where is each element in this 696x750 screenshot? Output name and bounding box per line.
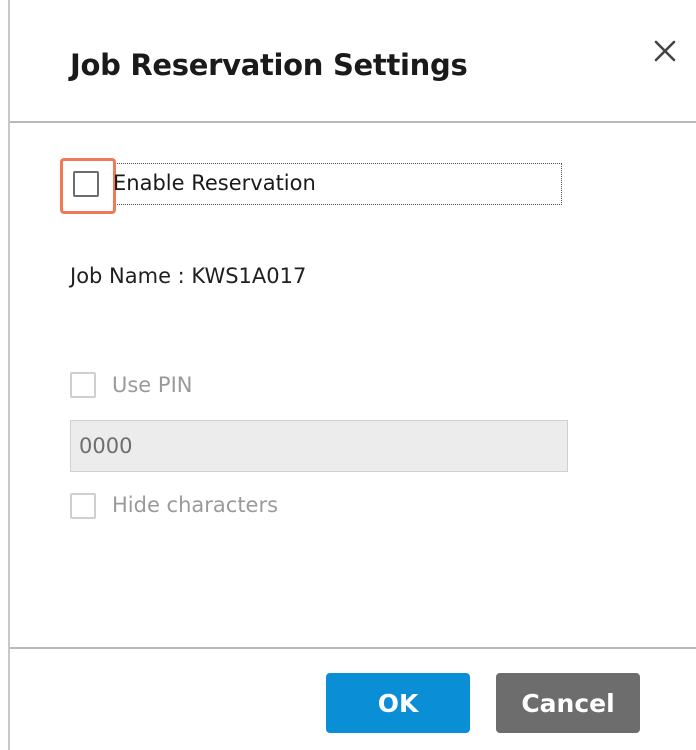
enable-reservation-label[interactable]: Enable Reservation xyxy=(113,171,316,195)
cancel-button[interactable]: Cancel xyxy=(496,673,640,733)
enable-reservation-checkbox[interactable] xyxy=(73,171,99,197)
header-divider xyxy=(10,121,696,123)
job-name-text: Job Name : KWS1A017 xyxy=(70,264,307,288)
dialog-title: Job Reservation Settings xyxy=(70,48,468,82)
ok-button[interactable]: OK xyxy=(326,673,470,733)
pin-input[interactable] xyxy=(70,420,568,472)
job-reservation-dialog: Job Reservation Settings Enable Reservat… xyxy=(8,0,696,750)
use-pin-label[interactable]: Use PIN xyxy=(112,373,192,397)
close-icon[interactable] xyxy=(650,36,680,66)
use-pin-checkbox[interactable] xyxy=(70,372,96,398)
hide-characters-checkbox[interactable] xyxy=(70,493,96,519)
hide-characters-label[interactable]: Hide characters xyxy=(112,493,278,517)
footer-divider xyxy=(10,647,696,649)
